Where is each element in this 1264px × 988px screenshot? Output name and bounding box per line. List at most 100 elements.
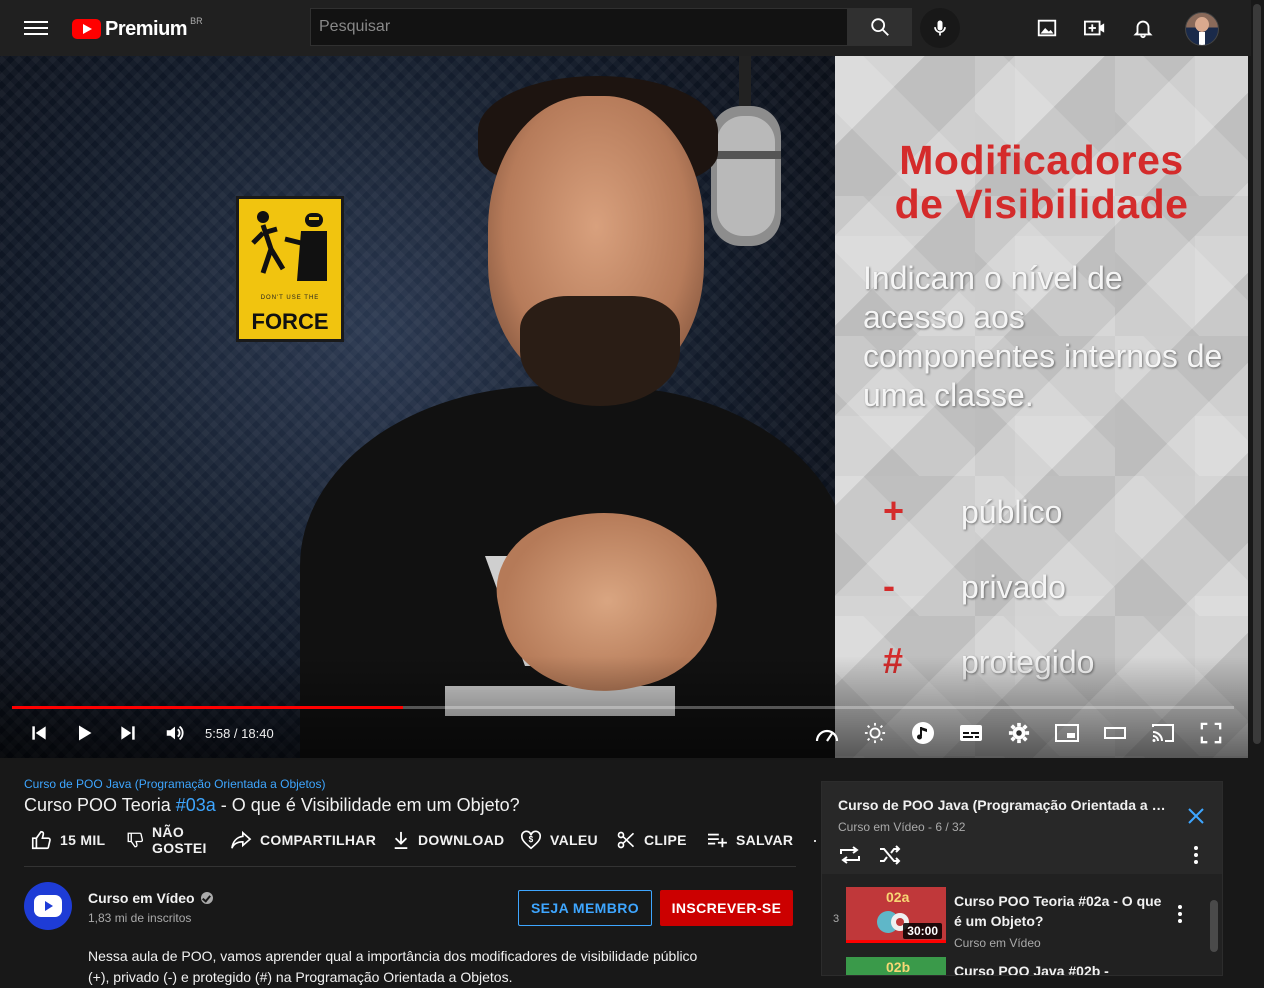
playlist-item-index: 3	[832, 913, 840, 925]
dislike-label-line-1: NÃO	[152, 824, 185, 840]
dislike-button[interactable]: NÃO GOSTEI	[126, 822, 207, 858]
account-avatar[interactable]	[1185, 12, 1219, 46]
search-input[interactable]	[311, 9, 847, 45]
bell-icon	[1133, 20, 1153, 39]
video-duration: 30:00	[903, 923, 942, 939]
image-icon	[1037, 19, 1057, 37]
slide-item-label: público	[961, 494, 1063, 530]
download-button[interactable]: DOWNLOAD	[392, 822, 504, 858]
microphone-icon	[934, 20, 946, 36]
playback-speed-button[interactable]	[812, 720, 842, 746]
thumbnail-number: 02b	[886, 959, 911, 975]
mute-button[interactable]	[160, 720, 190, 746]
playlist-item-thumbnail[interactable]: 02b	[846, 957, 946, 975]
voice-search-button[interactable]	[920, 8, 960, 48]
slide-title-line-2: de Visibilidade	[894, 181, 1189, 227]
playlist-subtitle: Curso em Vídeo - 6 / 32	[838, 820, 966, 834]
video-description: Nessa aula de POO, vamos aprender qual a…	[88, 946, 788, 988]
page-scrollbar-thumb[interactable]	[1253, 4, 1261, 744]
playlist-panel: Curso de POO Java (Programação Orientada…	[821, 781, 1223, 976]
thumbs-down-icon	[127, 832, 144, 848]
slide-item-public: + público	[883, 490, 1062, 532]
subscriber-count: 1,83 mi de inscritos	[88, 911, 192, 925]
playlist-menu-button[interactable]	[1188, 844, 1204, 871]
shuffle-playlist-button[interactable]	[878, 844, 902, 871]
playlist-item-channel: Curso em Vídeo	[954, 936, 1041, 950]
playlist-header: Curso de POO Java (Programação Orientada…	[822, 782, 1222, 874]
fullscreen-button[interactable]	[1196, 720, 1226, 746]
logo-text: Premium	[105, 17, 188, 40]
presenter-beard	[520, 296, 680, 406]
join-member-button[interactable]: SEJA MEMBRO	[518, 890, 652, 926]
search-button[interactable]	[848, 8, 912, 46]
sign-big-text: FORCE	[251, 309, 329, 334]
notifications-button[interactable]	[1129, 14, 1157, 42]
more-vertical-icon	[1178, 905, 1182, 923]
heart-dollar-icon: $	[521, 830, 541, 850]
like-count: 15 MIL	[60, 832, 106, 848]
miniplayer-icon	[1055, 724, 1079, 742]
scissors-icon	[617, 831, 635, 849]
video-frame-studio: DON'T USE THE FORCE	[0, 56, 850, 758]
country-code: BR	[190, 16, 203, 26]
thanks-button[interactable]: $ VALEU	[520, 822, 598, 858]
download-icon	[394, 831, 408, 849]
page-scrollbar[interactable]	[1251, 0, 1264, 976]
skip-previous-icon	[32, 726, 46, 740]
like-button[interactable]: 15 MIL	[30, 822, 105, 858]
playlist-title[interactable]: Curso de POO Java (Programação Orientada…	[838, 797, 1168, 813]
share-button[interactable]: COMPARTILHAR	[230, 822, 376, 858]
slide-title-line-1: Modificadores	[899, 137, 1184, 183]
subscribe-button[interactable]: INSCREVER-SE	[660, 890, 793, 926]
theater-mode-button[interactable]	[1100, 720, 1130, 746]
miniplayer-button[interactable]	[1052, 720, 1082, 746]
channel-avatar[interactable]	[24, 882, 72, 930]
image-button[interactable]	[1033, 14, 1061, 42]
playlist-item-title[interactable]: Curso POO Teoria #02a - O que é um Objet…	[954, 891, 1164, 931]
save-label: SALVAR	[736, 832, 794, 848]
progress-bar[interactable]	[12, 706, 1234, 709]
share-icon	[231, 830, 252, 849]
playlist-add-icon	[708, 833, 727, 848]
divider	[24, 866, 796, 867]
fullscreen-icon	[1200, 722, 1222, 744]
theater-mode-icon	[1104, 727, 1126, 739]
loop-playlist-button[interactable]	[838, 844, 862, 871]
playlist-link[interactable]: Curso de POO Java (Programação Orientada…	[24, 777, 325, 791]
time-display: 5:58 / 18:40	[205, 726, 274, 741]
playlist-item[interactable]: 3 02a 30:00 Curso POO Teoria #02a - O qu…	[822, 887, 1202, 950]
settings-button[interactable]	[1004, 720, 1034, 746]
watched-progress-bar	[846, 940, 946, 943]
ambient-button[interactable]	[860, 720, 890, 746]
close-icon	[1188, 808, 1204, 824]
music-button[interactable]	[908, 720, 938, 746]
slide-body-text: Indicam o nível de acesso aos componente…	[863, 260, 1223, 413]
share-label: COMPARTILHAR	[260, 832, 377, 848]
youtube-premium-logo[interactable]: Premium BR	[72, 16, 203, 40]
playlist-item[interactable]: 02b Curso POO Java #02b -	[822, 957, 1202, 975]
cast-icon	[1152, 724, 1174, 742]
video-actions: 15 MIL NÃO GOSTEI COMPARTILHAR DOWNLOAD $…	[24, 822, 794, 858]
video-title-hashtag[interactable]: #03a	[176, 795, 216, 815]
playlist-close-button[interactable]	[1184, 804, 1208, 828]
playlist-scrollbar[interactable]	[1210, 900, 1218, 952]
progress-bar-played	[12, 706, 404, 709]
play-icon	[79, 725, 92, 741]
playlist-item-title[interactable]: Curso POO Java #02b -	[954, 961, 1164, 975]
play-button[interactable]	[69, 720, 99, 746]
next-button[interactable]	[113, 720, 143, 746]
clip-button[interactable]: CLIPE	[616, 822, 687, 858]
thumbs-up-icon	[31, 830, 51, 850]
create-button[interactable]	[1081, 14, 1109, 42]
previous-button[interactable]	[24, 720, 54, 746]
save-button[interactable]: SALVAR	[706, 822, 793, 858]
playlist-item-menu-button[interactable]	[1172, 903, 1188, 930]
menu-icon[interactable]	[24, 17, 48, 39]
subtitles-button[interactable]	[956, 720, 986, 746]
playlist-item-thumbnail[interactable]: 02a 30:00	[846, 887, 946, 943]
channel-name[interactable]: Curso em Vídeo	[88, 890, 213, 906]
video-player[interactable]: DON'T USE THE FORCE Modificadores de Vis…	[0, 56, 1248, 758]
speedometer-icon	[815, 729, 839, 742]
lesson-slide: Modificadores de Visibilidade Indicam o …	[835, 56, 1248, 758]
cast-button[interactable]	[1148, 720, 1178, 746]
